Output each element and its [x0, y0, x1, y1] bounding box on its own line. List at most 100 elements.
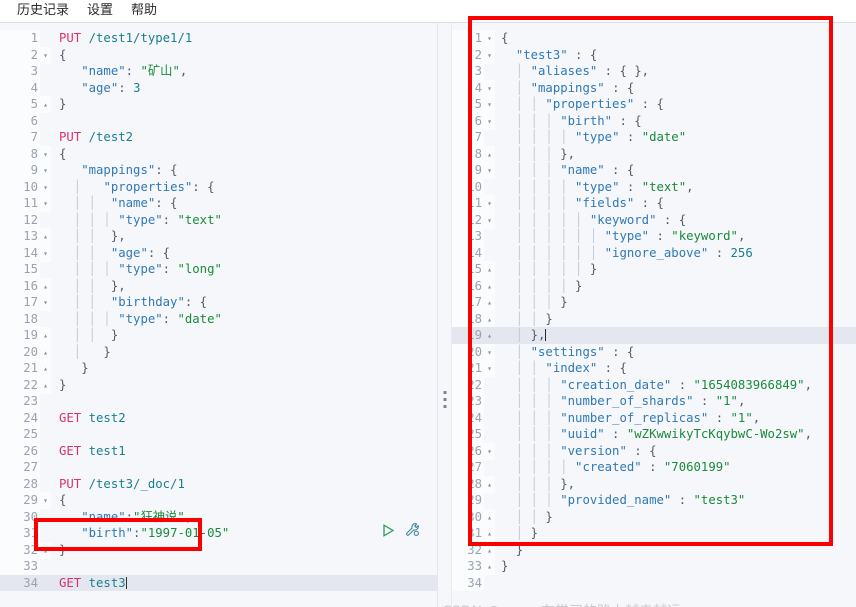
- menu-settings[interactable]: 设置: [78, 0, 122, 22]
- code-line[interactable]: 23: [0, 393, 437, 410]
- code-line[interactable]: 29 ▾ {: [0, 492, 437, 509]
- code-line[interactable]: 33 ▴}: [452, 558, 856, 575]
- code-line[interactable]: 28 PUT /test3/_doc/1: [0, 475, 437, 492]
- code-line[interactable]: 1 ▾ {: [452, 30, 856, 47]
- code-line[interactable]: 20 ▴ │ }: [0, 343, 437, 361]
- code-line[interactable]: 17 ▴ │ │ │ }: [452, 294, 856, 311]
- code-line[interactable]: 3 "name": "矿山",: [0, 63, 437, 80]
- fold-toggle-icon[interactable]: ▾: [484, 442, 495, 460]
- code-line[interactable]: 12 ▾ │ │ │ │ │ "keyword" : {: [452, 211, 856, 229]
- fold-toggle-icon[interactable]: ▾: [40, 294, 51, 311]
- fold-toggle-icon[interactable]: ▴: [484, 327, 495, 344]
- response-editor[interactable]: 1 ▾{2 ▾ "test3" : {3 │ "aliases" : { }, 4 ▾ …: [452, 23, 856, 607]
- code-line[interactable]: 7 │ │ │ │ "type" : "date": [452, 129, 856, 146]
- code-line[interactable]: 25: [0, 426, 437, 443]
- code-line[interactable]: 18 ▴ │ │ }: [452, 310, 856, 328]
- fold-toggle-icon[interactable]: ▾: [484, 360, 495, 377]
- code-line[interactable]: 4 ▾ │ "mappings" : {: [452, 79, 856, 97]
- code-line[interactable]: 4 "age": 3: [0, 79, 437, 96]
- code-line[interactable]: 13 ▴ │ │ },: [0, 228, 437, 245]
- code-line[interactable]: 23 │ │ │ "number_of_shards" : "1",: [452, 393, 856, 410]
- fold-toggle-icon[interactable]: ▴: [40, 277, 51, 295]
- code-line[interactable]: 31 "birth":"1997-01-05": [0, 525, 437, 542]
- code-line[interactable]: 16 ▴ │ │ },: [0, 277, 437, 295]
- fold-toggle-icon[interactable]: ▾: [40, 492, 51, 509]
- fold-toggle-icon[interactable]: ▴: [40, 96, 51, 113]
- code-line[interactable]: 34 GET test3: [0, 574, 437, 591]
- menu-help[interactable]: 帮助: [122, 0, 166, 22]
- code-line[interactable]: 25 │ │ │ "uuid" : "wZKwwikyTcKqybwC-Wo2s…: [452, 426, 856, 443]
- code-line[interactable]: 13 │ │ │ │ │ │ "type" : "keyword",: [452, 228, 856, 245]
- code-line[interactable]: 32 ▴}: [0, 541, 437, 559]
- wrench-icon[interactable]: [405, 522, 421, 538]
- code-line[interactable]: 21 ▾ │ │ "index" : {: [452, 360, 856, 377]
- code-line[interactable]: 17 ▾ │ │ "birthday": {: [0, 294, 437, 311]
- code-line[interactable]: 15 ▴ │ │ │ │ │ }: [452, 261, 856, 278]
- code-line[interactable]: 29 │ │ │ "provided_name" : "test3": [452, 492, 856, 509]
- fold-toggle-icon[interactable]: ▾: [40, 244, 51, 262]
- fold-toggle-icon[interactable]: ▾: [484, 195, 495, 212]
- code-line[interactable]: 11 ▾ │ │ "name": {: [0, 195, 437, 212]
- pane-splitter[interactable]: [438, 23, 452, 607]
- fold-toggle-icon[interactable]: ▾: [484, 343, 495, 361]
- fold-toggle-icon[interactable]: ▴: [40, 541, 51, 559]
- code-line[interactable]: 19 ▴ │ │ }: [0, 327, 437, 344]
- run-request-button[interactable]: [381, 523, 396, 538]
- fold-toggle-icon[interactable]: ▴: [40, 327, 51, 344]
- code-line[interactable]: 12 │ │ │ "type": "text": [0, 211, 437, 228]
- code-line[interactable]: 32 ▴ }: [452, 541, 856, 559]
- code-line[interactable]: 26 ▾ │ │ │ "version" : {: [452, 442, 856, 460]
- fold-toggle-icon[interactable]: ▾: [484, 162, 495, 179]
- code-line[interactable]: 21 ▴ }: [0, 360, 437, 377]
- fold-toggle-icon[interactable]: ▴: [484, 277, 495, 295]
- fold-toggle-icon[interactable]: ▴: [484, 558, 495, 575]
- fold-toggle-icon[interactable]: ▾: [40, 46, 51, 64]
- fold-toggle-icon[interactable]: ▾: [40, 195, 51, 212]
- code-line[interactable]: 31 ▴ │ }: [452, 525, 856, 542]
- fold-toggle-icon[interactable]: ▾: [484, 79, 495, 97]
- code-line[interactable]: 22 │ │ │ "creation_date" : "165408396684…: [452, 376, 856, 393]
- code-line[interactable]: 6: [0, 112, 437, 129]
- code-line[interactable]: 8 ▴ │ │ │ },: [452, 145, 856, 163]
- code-line[interactable]: 14 ▾ │ │ "age": {: [0, 244, 437, 262]
- code-line[interactable]: 10 ▾ │ "properties": {: [0, 178, 437, 196]
- code-line[interactable]: 24 │ │ │ "number_of_replicas" : "1",: [452, 409, 856, 426]
- fold-toggle-icon[interactable]: ▾: [484, 46, 495, 64]
- code-line[interactable]: 14 │ │ │ │ │ │ "ignore_above" : 256: [452, 244, 856, 261]
- code-line[interactable]: 11 ▾ │ │ │ │ "fields" : {: [452, 195, 856, 212]
- code-line[interactable]: 10 │ │ │ │ "type" : "text",: [452, 178, 856, 195]
- fold-toggle-icon[interactable]: ▾: [40, 162, 51, 179]
- code-line[interactable]: 5 ▴}: [0, 96, 437, 113]
- fold-toggle-icon[interactable]: ▴: [484, 294, 495, 311]
- code-line[interactable]: 9 ▾ "mappings": {: [0, 162, 437, 179]
- code-line[interactable]: 22 ▴}: [0, 376, 437, 394]
- code-line[interactable]: 8 ▾ {: [0, 145, 437, 163]
- fold-toggle-icon[interactable]: ▾: [40, 178, 51, 196]
- fold-toggle-icon[interactable]: ▴: [40, 343, 51, 361]
- fold-toggle-icon[interactable]: ▴: [40, 360, 51, 377]
- fold-toggle-icon[interactable]: ▴: [40, 376, 51, 394]
- code-line[interactable]: 30 ▴ │ │ }: [452, 508, 856, 526]
- fold-toggle-icon[interactable]: ▴: [484, 541, 495, 559]
- fold-toggle-icon[interactable]: ▴: [484, 261, 495, 278]
- fold-toggle-icon[interactable]: ▴: [40, 228, 51, 245]
- splitter-drag-handle[interactable]: [443, 391, 446, 408]
- fold-toggle-icon[interactable]: ▴: [484, 475, 495, 493]
- code-line[interactable]: 30 "name":"狂神说",: [0, 508, 437, 525]
- fold-toggle-icon[interactable]: ▾: [484, 211, 495, 229]
- fold-toggle-icon[interactable]: ▴: [484, 145, 495, 163]
- code-line[interactable]: 18 │ │ │ "type": "date": [0, 310, 437, 327]
- fold-toggle-icon[interactable]: ▾: [484, 30, 495, 47]
- code-line[interactable]: 24 GET test2: [0, 409, 437, 426]
- code-line[interactable]: 5 ▾ │ │ "properties" : {: [452, 96, 856, 113]
- menu-history[interactable]: 历史记录: [8, 0, 78, 22]
- fold-toggle-icon[interactable]: ▴: [484, 310, 495, 328]
- code-line[interactable]: 1 PUT /test1/type1/1: [0, 30, 437, 47]
- code-line[interactable]: 19 ▴ │ },: [452, 327, 856, 344]
- request-code-rows[interactable]: 1 PUT /test1/type1/1 2 ▾{3 "name": "矿山", 4 "…: [0, 23, 437, 591]
- fold-toggle-icon[interactable]: ▴: [484, 508, 495, 526]
- code-line[interactable]: 3 │ "aliases" : { },: [452, 63, 856, 80]
- code-line[interactable]: 9 ▾ │ │ │ "name" : {: [452, 162, 856, 179]
- fold-toggle-icon[interactable]: ▾: [40, 145, 51, 163]
- fold-toggle-icon[interactable]: ▾: [484, 112, 495, 130]
